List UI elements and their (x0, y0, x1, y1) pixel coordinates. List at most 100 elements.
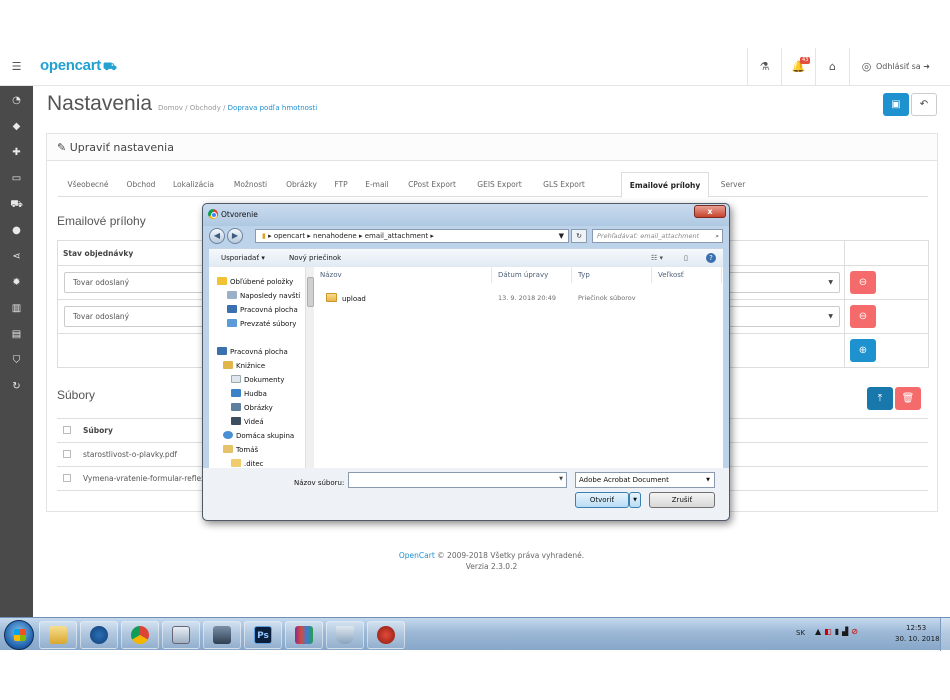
share-icon[interactable]: ⋖ (0, 244, 33, 270)
file-name[interactable]: Vymena-vratenie-formular-reflex (83, 474, 205, 483)
gear-icon[interactable]: ✹ (0, 270, 33, 296)
dashboard-icon[interactable]: ◔ (0, 88, 33, 114)
select-all-checkbox[interactable] (63, 426, 71, 434)
address-bar[interactable]: ▮ ▸ opencart ▸ nenahodene ▸ email_attach… (255, 229, 569, 243)
tab-email-attachments[interactable]: Emailové prílohy (621, 172, 709, 198)
organize-button[interactable]: Usporiadať ▾ (221, 249, 265, 267)
chevron-down-icon[interactable]: ▼ (559, 230, 564, 242)
help-icon[interactable]: ? (706, 253, 716, 263)
tab-geis-export[interactable]: GEIS Export (467, 172, 532, 197)
show-desktop-button[interactable] (940, 618, 950, 651)
file-checkbox[interactable] (63, 474, 71, 482)
puzzle-icon[interactable]: ✚ (0, 140, 33, 166)
refresh-button[interactable]: ↻ (571, 229, 587, 243)
column-size[interactable]: Veľkosť (652, 267, 722, 283)
photoshop-icon[interactable]: Ps (244, 621, 282, 649)
logo[interactable]: opencart ⛟ (40, 57, 117, 75)
add-row-button[interactable]: ⊕ (850, 339, 876, 362)
clock-time[interactable]: 12:53 (906, 624, 926, 632)
column-type[interactable]: Typ (572, 267, 652, 283)
tray-volume-icon[interactable]: ⊘ (851, 627, 861, 636)
tab-cpost-export[interactable]: CPost Export (398, 172, 466, 197)
tree-user[interactable]: Tomáš (223, 445, 317, 455)
cancel-button[interactable]: Zrušiť (649, 492, 715, 508)
forward-nav-button[interactable]: ▶ (227, 228, 243, 244)
list-icon[interactable]: ▤ (0, 322, 33, 348)
view-options-icon[interactable]: ☷ ▾ (651, 249, 663, 267)
breadcrumb-stores[interactable]: Obchody (190, 104, 221, 112)
tab-gls-export[interactable]: GLS Export (533, 172, 595, 197)
tab-server[interactable]: Server (712, 172, 754, 197)
dialog-titlebar[interactable]: Otvorenie x (203, 204, 729, 226)
save-button[interactable]: ▣ (883, 93, 909, 116)
explorer-icon[interactable] (39, 621, 77, 649)
thunderbird-icon[interactable] (80, 621, 118, 649)
shield-icon[interactable]: ⛉ (0, 348, 33, 374)
cart-icon[interactable]: ⛟ (0, 192, 33, 218)
open-button[interactable]: Otvoriť (575, 492, 629, 508)
tray-adobe-icon[interactable]: ◧ (824, 627, 835, 636)
logout-link[interactable]: Odhlásiť sa ➜ (876, 48, 930, 86)
tray-device-icon[interactable]: ▮ (835, 627, 842, 636)
language-indicator[interactable]: SK (796, 629, 805, 637)
tab-store[interactable]: Obchod (119, 172, 163, 197)
monitor-icon[interactable]: ▭ (0, 166, 33, 192)
path-segment[interactable]: email_attachment (365, 232, 428, 240)
filetype-select[interactable]: Adobe Acrobat Document ▼ (575, 472, 715, 488)
preview-pane-icon[interactable]: ▯ (684, 249, 688, 267)
file-name[interactable]: starostlivost-o-plavky.pdf (83, 450, 177, 459)
delete-button[interactable]: 🗑 (895, 387, 921, 410)
calculator-icon[interactable] (162, 621, 200, 649)
tag-icon[interactable]: ◆ (0, 114, 33, 140)
tree-favorites[interactable]: Obľúbené položky (217, 277, 311, 287)
tab-general[interactable]: Všeobecné (58, 172, 118, 197)
tab-ftp[interactable]: FTP (326, 172, 356, 197)
path-segment[interactable]: nenahodene (313, 232, 357, 240)
tree-libraries[interactable]: Knižnice (223, 361, 317, 371)
sign-out-icon: ➜ (923, 62, 930, 71)
chevron-down-icon[interactable]: ▼ (559, 476, 563, 482)
tray-expand-icon[interactable]: ▲ (815, 627, 824, 636)
back-nav-button[interactable]: ◀ (209, 228, 225, 244)
open-dropdown-button[interactable]: ▼ (629, 492, 641, 508)
breadcrumb-home[interactable]: Domov (158, 104, 183, 112)
remove-row-button[interactable]: ⊖ (850, 305, 876, 328)
security-icon[interactable] (326, 621, 364, 649)
tray-network-icon[interactable]: ▟ (842, 627, 851, 636)
game-icon[interactable] (367, 621, 405, 649)
filename-input[interactable]: ▼ (348, 472, 567, 488)
column-name[interactable]: Názov (314, 267, 492, 283)
opencart-link[interactable]: OpenCart (399, 551, 435, 560)
home-icon[interactable]: ⌂ (815, 48, 849, 86)
network-icon[interactable] (203, 621, 241, 649)
search-input[interactable]: Prehľadávať: email_attachment ⌕ (592, 229, 723, 243)
file-row-name[interactable]: upload (326, 293, 366, 304)
user-icon[interactable]: ● (0, 218, 33, 244)
bell-icon[interactable]: 🔔 43 (781, 48, 815, 86)
tree-homegroup[interactable]: Domáca skupina (223, 431, 317, 441)
remove-row-button[interactable]: ⊖ (850, 271, 876, 294)
column-date-modified[interactable]: Dátum úpravy (492, 267, 572, 283)
tab-images[interactable]: Obrázky (278, 172, 325, 197)
chrome-icon[interactable] (121, 621, 159, 649)
new-folder-button[interactable]: Nový priečinok (289, 249, 341, 267)
file-checkbox[interactable] (63, 450, 71, 458)
close-button[interactable]: x (694, 205, 726, 218)
tab-options[interactable]: Možnosti (224, 172, 277, 197)
start-button[interactable] (4, 620, 34, 650)
tab-email[interactable]: E-mail (357, 172, 397, 197)
upload-button[interactable]: ⤒ (867, 387, 893, 410)
tree-desktop-root[interactable]: Pracovná plocha (217, 347, 311, 357)
clock-date[interactable]: 30. 10. 2018 (895, 635, 940, 643)
tree-scrollbar[interactable] (305, 267, 314, 468)
sync-icon[interactable]: ↻ (0, 374, 33, 400)
flask-icon[interactable]: ⚗ (747, 48, 781, 86)
breadcrumb-current[interactable]: Doprava podľa hmotnosti (228, 104, 318, 112)
menu-toggle-icon[interactable]: ☰ (0, 57, 33, 77)
winrar-icon[interactable] (285, 621, 323, 649)
back-button[interactable]: ↶ (911, 93, 937, 116)
bar-chart-icon[interactable]: ▥ (0, 296, 33, 322)
tray-icons[interactable]: ▲◧▮▟⊘ (815, 627, 861, 636)
tab-localisation[interactable]: Lokalizácia (164, 172, 223, 197)
path-segment[interactable]: opencart (274, 232, 305, 240)
